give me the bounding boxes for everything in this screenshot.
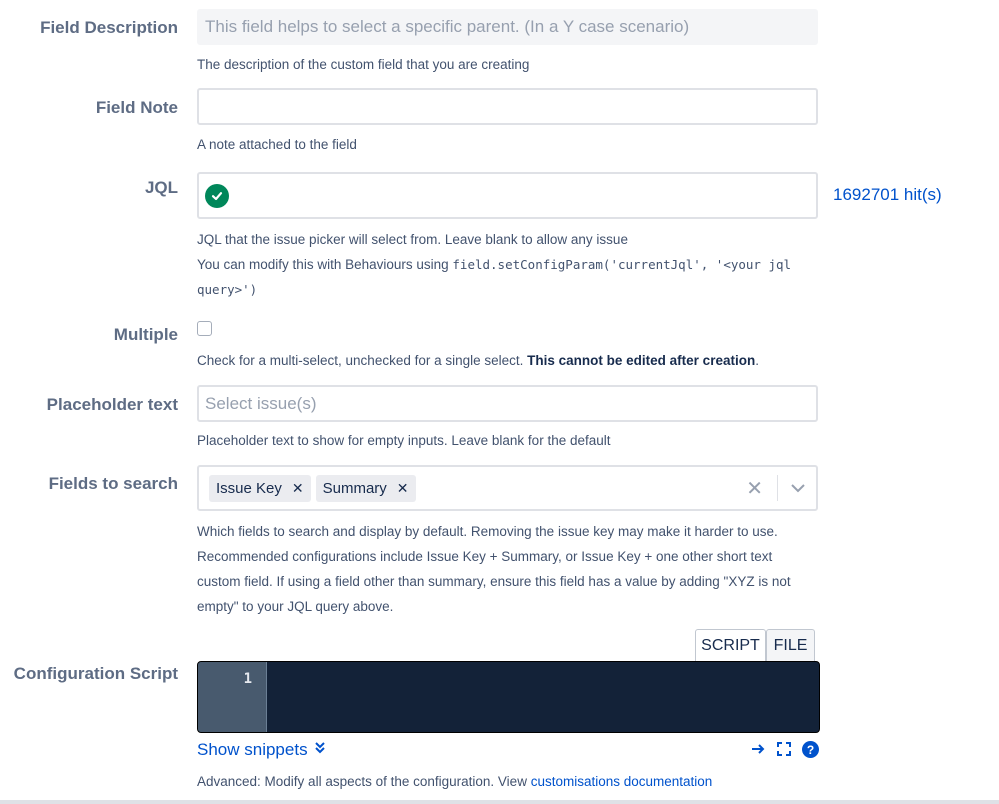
multiple-help-warning: This cannot be edited after creation [527, 353, 756, 368]
chevrons-down-icon [314, 740, 326, 760]
fields-to-search-help: Which fields to search and display by de… [197, 519, 807, 619]
fields-help-line-4: empty" to your JQL query above. [197, 599, 394, 614]
line-number: 1 [243, 671, 252, 687]
field-description-help: The description of the custom field that… [197, 57, 530, 72]
fields-help-line-3: custom field. If using a field other tha… [197, 574, 791, 589]
jql-help-code-continued: query>') [197, 282, 258, 297]
placeholder-text-help: Placeholder text to show for empty input… [197, 433, 611, 448]
configuration-script-help: Advanced: Modify all aspects of the conf… [197, 769, 897, 794]
customisations-documentation-link[interactable]: customisations documentation [531, 774, 713, 789]
clear-all-icon[interactable]: ✕ [746, 476, 763, 501]
remove-chip-icon[interactable]: ✕ [397, 480, 409, 497]
placeholder-text-label: Placeholder text [46, 395, 178, 414]
jql-valid-check-icon [205, 183, 229, 208]
fields-help-line-2: Recommended configurations include Issue… [197, 549, 773, 564]
remove-chip-icon[interactable]: ✕ [292, 480, 304, 497]
configuration-script-help-text: Advanced: Modify all aspects of the conf… [197, 774, 531, 789]
chip-label: Issue Key [216, 479, 282, 497]
field-description-label: Field Description [40, 18, 178, 37]
jql-input[interactable] [197, 172, 818, 219]
chip-label: Summary [322, 479, 387, 497]
jql-label: JQL [144, 178, 178, 197]
field-note-input[interactable] [197, 88, 818, 125]
multiple-help-text: Check for a multi-select, unchecked for … [197, 353, 528, 368]
configuration-script-label: Configuration Script [13, 664, 178, 683]
tab-file[interactable]: FILE [766, 629, 815, 661]
jql-help-line-1: JQL that the issue picker will select fr… [197, 232, 628, 247]
jql-help-line-2: You can modify this with Behaviours usin… [197, 252, 807, 277]
help-icon[interactable]: ? [802, 741, 819, 758]
fields-help-line-1: Which fields to search and display by de… [197, 524, 778, 539]
multiple-label: Multiple [113, 325, 178, 344]
jql-help-code: field.setConfigParam('currentJql', '<you… [452, 257, 792, 272]
jql-help: JQL that the issue picker will select fr… [197, 227, 807, 302]
field-note-help: A note attached to the field [197, 137, 357, 152]
field-note-label: Field Note [95, 98, 178, 117]
chip-summary: Summary ✕ [315, 474, 416, 502]
fullscreen-icon[interactable] [776, 741, 792, 762]
multiple-help-end: . [755, 353, 759, 368]
bottom-divider [0, 800, 999, 804]
show-snippets-label: Show snippets [197, 740, 308, 759]
chevron-down-icon[interactable] [790, 478, 806, 498]
fields-to-search-label: Fields to search [48, 474, 178, 493]
jql-help-prefix: You can modify this with Behaviours usin… [197, 257, 453, 272]
arrow-right-icon[interactable] [750, 741, 766, 762]
placeholder-text-input[interactable]: Select issue(s) [197, 385, 818, 422]
field-description-input[interactable]: This field helps to select a specific pa… [197, 9, 818, 45]
script-editor[interactable]: 1 [197, 661, 820, 733]
editor-gutter: 1 [198, 662, 267, 732]
jql-hits-link[interactable]: 1692701 hit(s) [833, 185, 942, 205]
tab-script[interactable]: SCRIPT [695, 629, 766, 661]
show-snippets-toggle[interactable]: Show snippets [197, 740, 326, 760]
placeholder-text-placeholder: Select issue(s) [205, 393, 317, 413]
select-divider [777, 475, 778, 501]
fields-to-search-select[interactable]: Issue Key ✕ Summary ✕ ✕ [197, 465, 818, 511]
chip-issue-key: Issue Key ✕ [209, 474, 311, 502]
multiple-help: Check for a multi-select, unchecked for … [197, 348, 807, 373]
multiple-checkbox[interactable] [197, 321, 212, 336]
field-description-value: This field helps to select a specific pa… [205, 17, 690, 36]
